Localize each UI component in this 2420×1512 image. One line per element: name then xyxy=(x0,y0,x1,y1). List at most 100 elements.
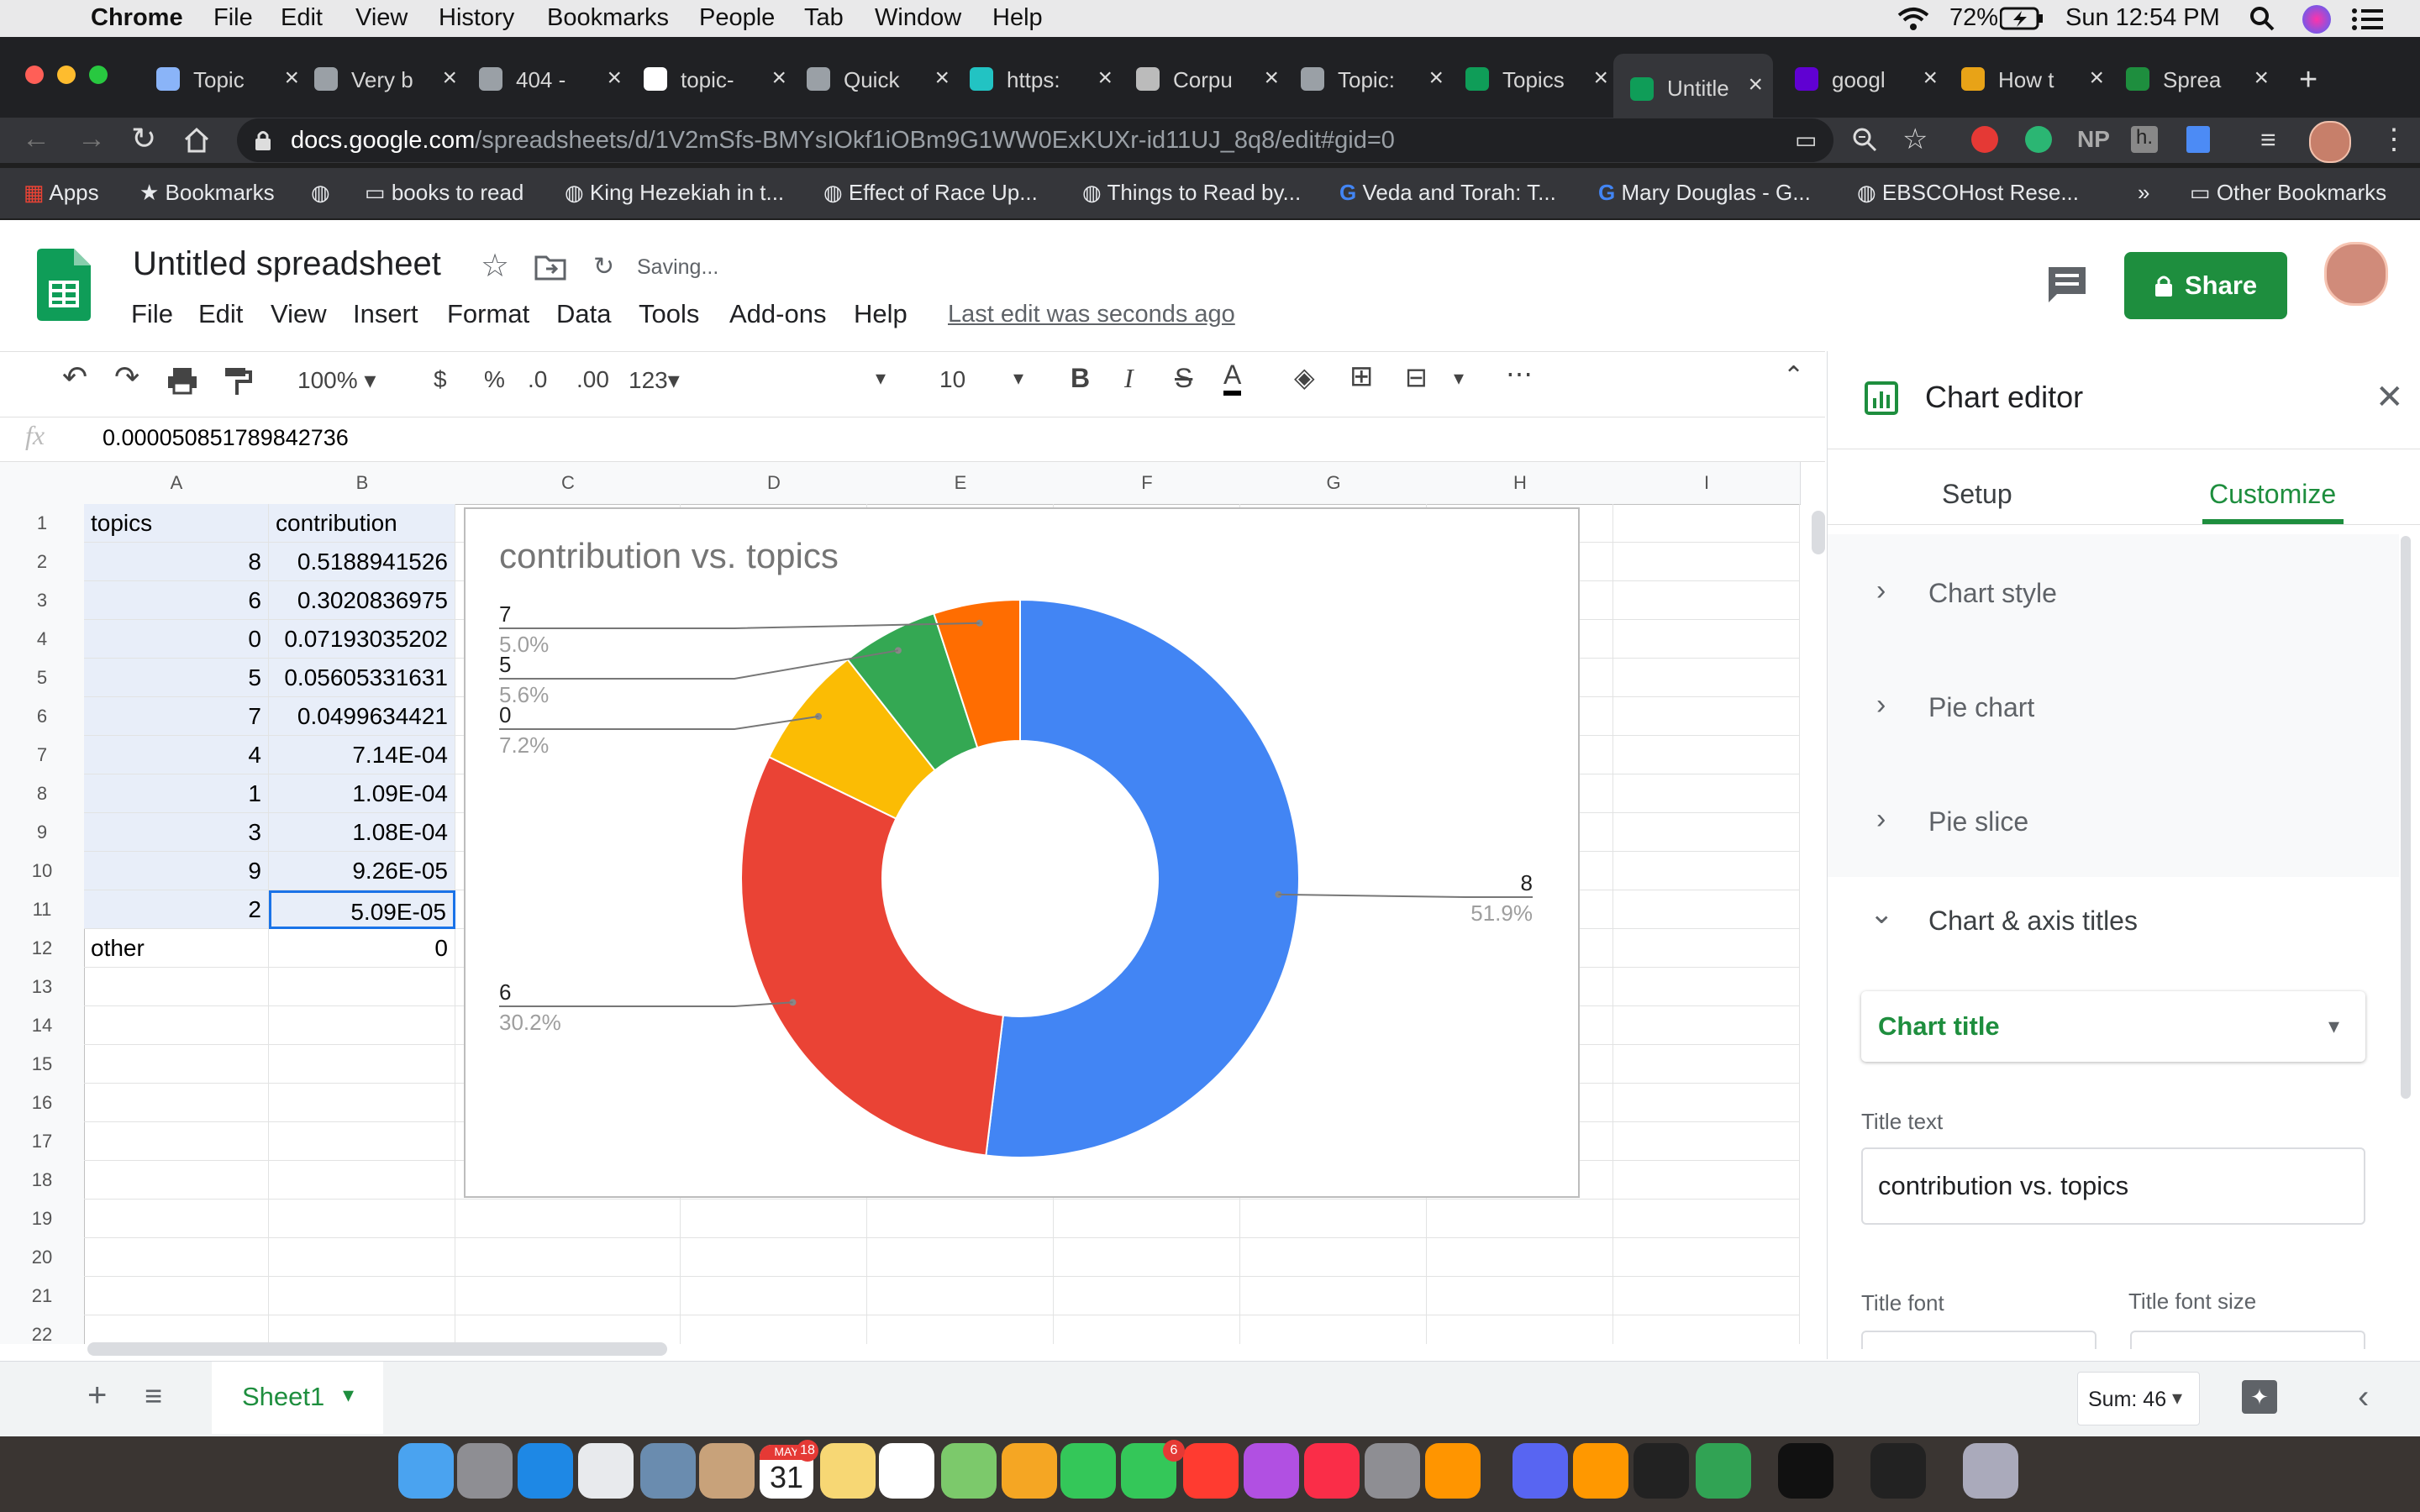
menu-file[interactable]: File xyxy=(131,299,173,329)
side-panel-toggle-icon[interactable]: ‹ xyxy=(2358,1378,2369,1416)
menu-tools[interactable]: Tools xyxy=(639,299,699,329)
cell-c19[interactable] xyxy=(455,1200,681,1238)
cell-e22[interactable] xyxy=(867,1315,1054,1344)
window-thumb-2-dock-icon[interactable] xyxy=(1870,1443,1926,1499)
cell-e21[interactable] xyxy=(867,1277,1054,1315)
sheets-logo-icon[interactable] xyxy=(37,249,91,321)
menubar-people[interactable]: People xyxy=(699,4,775,32)
extension-np-icon[interactable]: NP xyxy=(2077,126,2110,153)
bookmarks-overflow[interactable]: » xyxy=(2138,180,2149,206)
cell-a18[interactable] xyxy=(84,1161,269,1200)
paint-format-icon[interactable] xyxy=(224,366,252,396)
chevron-down-icon[interactable]: ⌄ xyxy=(1870,897,1894,931)
title-font-size-select[interactable] xyxy=(2130,1331,2365,1349)
window-thumb-1-dock-icon[interactable] xyxy=(1778,1443,1833,1499)
cell-d19[interactable] xyxy=(681,1200,867,1238)
cell-i11[interactable] xyxy=(1613,890,1800,929)
tab-4[interactable]: topic- × xyxy=(644,62,786,102)
editor-scrollbar[interactable] xyxy=(2401,536,2411,1099)
column-header-g[interactable]: G xyxy=(1240,462,1428,505)
tab-2[interactable]: Very b × xyxy=(314,62,457,102)
cell-e20[interactable] xyxy=(867,1238,1054,1277)
row-header-12[interactable]: 12 xyxy=(0,929,85,969)
reload-icon[interactable]: ↻ xyxy=(131,121,156,156)
cell-i22[interactable] xyxy=(1613,1315,1800,1344)
cell-g21[interactable] xyxy=(1240,1277,1427,1315)
close-icon[interactable]: ✕ xyxy=(2375,378,2404,417)
cell-a16[interactable] xyxy=(84,1084,269,1122)
column-header-h[interactable]: H xyxy=(1427,462,1614,505)
bookmark-mary-douglas[interactable]: G Mary Douglas - G... xyxy=(1598,180,1811,206)
tab-6[interactable]: https: × xyxy=(970,62,1113,102)
row-header-11[interactable]: 11 xyxy=(0,890,85,930)
cell-a11[interactable]: 2 xyxy=(84,890,269,929)
extension-grammarly-icon[interactable] xyxy=(2025,126,2052,153)
cell-f19[interactable] xyxy=(1054,1200,1240,1238)
forward-icon[interactable]: → xyxy=(77,123,106,155)
discord-dock-icon[interactable] xyxy=(1512,1443,1568,1499)
menubar-window[interactable]: Window xyxy=(875,4,961,32)
cell-h21[interactable] xyxy=(1427,1277,1613,1315)
menu-help[interactable]: Help xyxy=(854,299,908,329)
column-header-d[interactable]: D xyxy=(681,462,868,505)
cell-a2[interactable]: 8 xyxy=(84,543,269,581)
cell-a22[interactable] xyxy=(84,1315,269,1344)
pie-slice-6[interactable] xyxy=(740,755,1005,1157)
account-avatar[interactable] xyxy=(2324,242,2388,306)
column-header-a[interactable]: A xyxy=(84,462,270,505)
sum-indicator[interactable]: Sum: 46 ▾ xyxy=(2077,1372,2200,1425)
menubar-tab[interactable]: Tab xyxy=(804,4,844,32)
cell-b1[interactable]: contribution xyxy=(269,504,455,543)
menu-addons[interactable]: Add-ons xyxy=(729,299,826,329)
cell-i12[interactable] xyxy=(1613,929,1800,968)
cell-c20[interactable] xyxy=(455,1238,681,1277)
cell-e19[interactable] xyxy=(867,1200,1054,1238)
borders-icon[interactable]: ⊞ xyxy=(1349,360,1374,393)
lock-icon[interactable] xyxy=(254,129,272,151)
cell-b21[interactable] xyxy=(269,1277,455,1315)
cell-i15[interactable] xyxy=(1613,1045,1800,1084)
messages-dock-icon[interactable] xyxy=(1060,1443,1116,1499)
cell-a6[interactable]: 7 xyxy=(84,697,269,736)
menu-format[interactable]: Format xyxy=(447,299,529,329)
new-tab-button[interactable]: + xyxy=(2299,62,2317,98)
tab-13[interactable]: Sprea × xyxy=(2126,62,2269,102)
launchpad-dock-icon[interactable] xyxy=(457,1443,513,1499)
cell-a21[interactable] xyxy=(84,1277,269,1315)
cell-h19[interactable] xyxy=(1427,1200,1613,1238)
comments-icon[interactable] xyxy=(2047,265,2087,302)
cell-i13[interactable] xyxy=(1613,968,1800,1006)
tab-close-icon[interactable]: × xyxy=(771,64,786,92)
chevron-down-icon[interactable]: ▾ xyxy=(1013,366,1023,391)
cell-i6[interactable] xyxy=(1613,697,1800,736)
trash-dock-icon[interactable] xyxy=(1963,1443,2018,1499)
window-close-button[interactable] xyxy=(25,66,44,84)
text-color-button[interactable]: A xyxy=(1223,360,1242,396)
cell-a13[interactable] xyxy=(84,968,269,1006)
cell-b13[interactable] xyxy=(269,968,455,1006)
row-header-8[interactable]: 8 xyxy=(0,774,85,814)
cell-i18[interactable] xyxy=(1613,1161,1800,1200)
section-pie-slice[interactable]: › Pie slice xyxy=(1828,790,2399,857)
numbers-dock-icon[interactable] xyxy=(1696,1443,1751,1499)
font-size-select[interactable]: 10 xyxy=(939,366,965,393)
italic-button[interactable]: I xyxy=(1124,363,1134,394)
bold-button[interactable]: B xyxy=(1071,363,1090,394)
row-header-16[interactable]: 16 xyxy=(0,1084,85,1123)
cell-g22[interactable] xyxy=(1240,1315,1427,1344)
extension-docs-icon[interactable] xyxy=(2186,126,2210,153)
bookmark-apps[interactable]: ▦ Apps xyxy=(24,180,99,206)
cell-i10[interactable] xyxy=(1613,852,1800,890)
chrome-dock-icon[interactable] xyxy=(578,1443,634,1499)
music-dock-icon[interactable] xyxy=(1304,1443,1360,1499)
tab-customize[interactable]: Customize xyxy=(2209,479,2336,510)
cell-a17[interactable] xyxy=(84,1122,269,1161)
window-minimize-button[interactable] xyxy=(57,66,76,84)
cell-i14[interactable] xyxy=(1613,1006,1800,1045)
row-header-20[interactable]: 20 xyxy=(0,1238,85,1278)
bookmark-other-bookmarks[interactable]: ▭ Other Bookmarks xyxy=(2190,180,2386,206)
fill-color-icon[interactable]: ◈ xyxy=(1294,361,1315,393)
bookmark-things-to-read[interactable]: ◍ Things to Read by... xyxy=(1082,180,1301,206)
sheet-tab-sheet1[interactable]: Sheet1 ▾ xyxy=(212,1362,383,1434)
decrease-decimal-button[interactable]: .0 xyxy=(528,366,547,393)
